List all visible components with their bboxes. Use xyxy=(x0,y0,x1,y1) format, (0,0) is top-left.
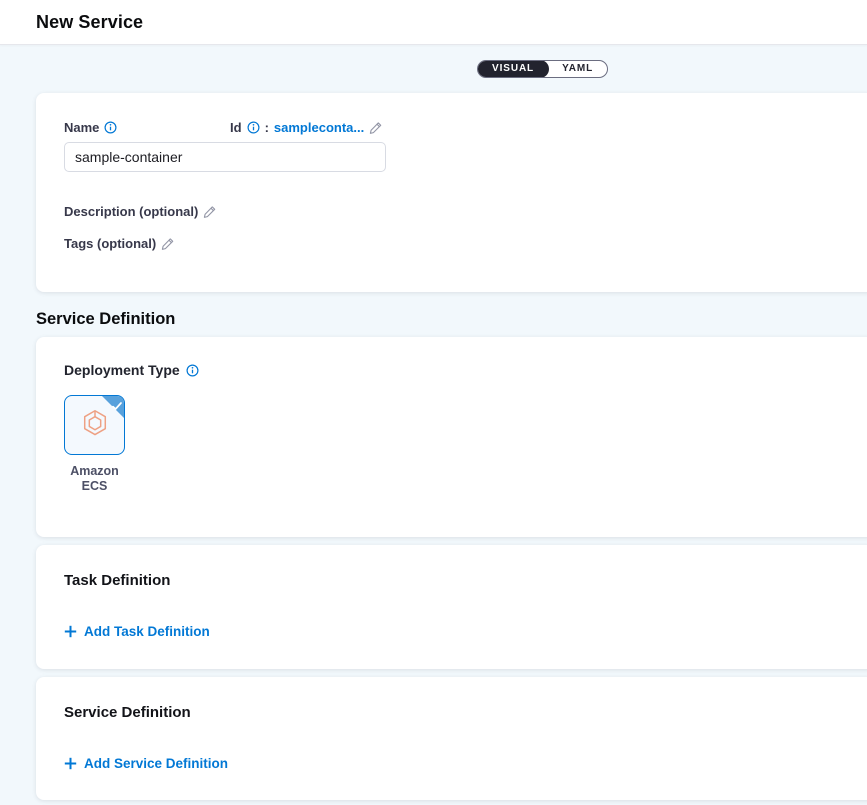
id-separator: : xyxy=(265,120,269,135)
tags-edit-pencil-icon[interactable] xyxy=(161,237,175,251)
service-definition-section-heading: Service Definition xyxy=(36,310,175,329)
visual-yaml-toggle: VISUAL YAML xyxy=(477,60,608,78)
page-header: New Service xyxy=(0,0,867,45)
service-definition-card-heading: Service Definition xyxy=(64,704,191,721)
id-value-link[interactable]: sampleconta... xyxy=(274,120,364,135)
deployment-type-card: Deployment Type Amazon ECS xyxy=(36,337,867,537)
tags-label: Tags (optional) xyxy=(64,236,156,251)
name-label-row: Name xyxy=(64,120,117,135)
deployment-type-label-row: Deployment Type xyxy=(64,362,199,378)
deployment-type-info-icon[interactable] xyxy=(186,364,199,377)
add-service-definition-label: Add Service Definition xyxy=(84,756,228,771)
task-definition-card: Task Definition Add Task Definition xyxy=(36,545,867,669)
toggle-visual[interactable]: VISUAL xyxy=(477,60,549,78)
amazon-ecs-label-line2: ECS xyxy=(64,479,125,494)
toggle-yaml[interactable]: YAML xyxy=(548,61,607,77)
task-definition-heading: Task Definition xyxy=(64,572,170,589)
page-title: New Service xyxy=(36,12,143,33)
id-edit-pencil-icon[interactable] xyxy=(369,121,383,135)
name-input-wrap xyxy=(64,142,386,172)
id-label: Id xyxy=(230,120,242,135)
service-definition-card: Service Definition Add Service Definitio… xyxy=(36,677,867,800)
id-info-icon[interactable] xyxy=(247,121,260,134)
name-label: Name xyxy=(64,120,99,135)
plus-icon xyxy=(64,757,77,770)
name-info-icon[interactable] xyxy=(104,121,117,134)
description-label: Description (optional) xyxy=(64,204,198,219)
description-edit-pencil-icon[interactable] xyxy=(203,205,217,219)
deployment-type-tile-amazon-ecs[interactable] xyxy=(64,395,125,455)
amazon-ecs-label: Amazon ECS xyxy=(64,464,125,494)
tags-row: Tags (optional) xyxy=(64,236,175,251)
description-row: Description (optional) xyxy=(64,204,217,219)
id-row: Id : sampleconta... xyxy=(230,120,383,135)
amazon-ecs-label-line1: Amazon xyxy=(64,464,125,479)
plus-icon xyxy=(64,625,77,638)
deployment-type-label: Deployment Type xyxy=(64,362,180,378)
add-task-definition-label: Add Task Definition xyxy=(84,624,210,639)
service-about-card: Name Id : sampleconta... xyxy=(36,93,867,292)
add-service-definition-button[interactable]: Add Service Definition xyxy=(64,756,228,771)
add-task-definition-button[interactable]: Add Task Definition xyxy=(64,624,210,639)
name-input[interactable] xyxy=(64,142,386,172)
selected-check-icon xyxy=(112,398,122,416)
